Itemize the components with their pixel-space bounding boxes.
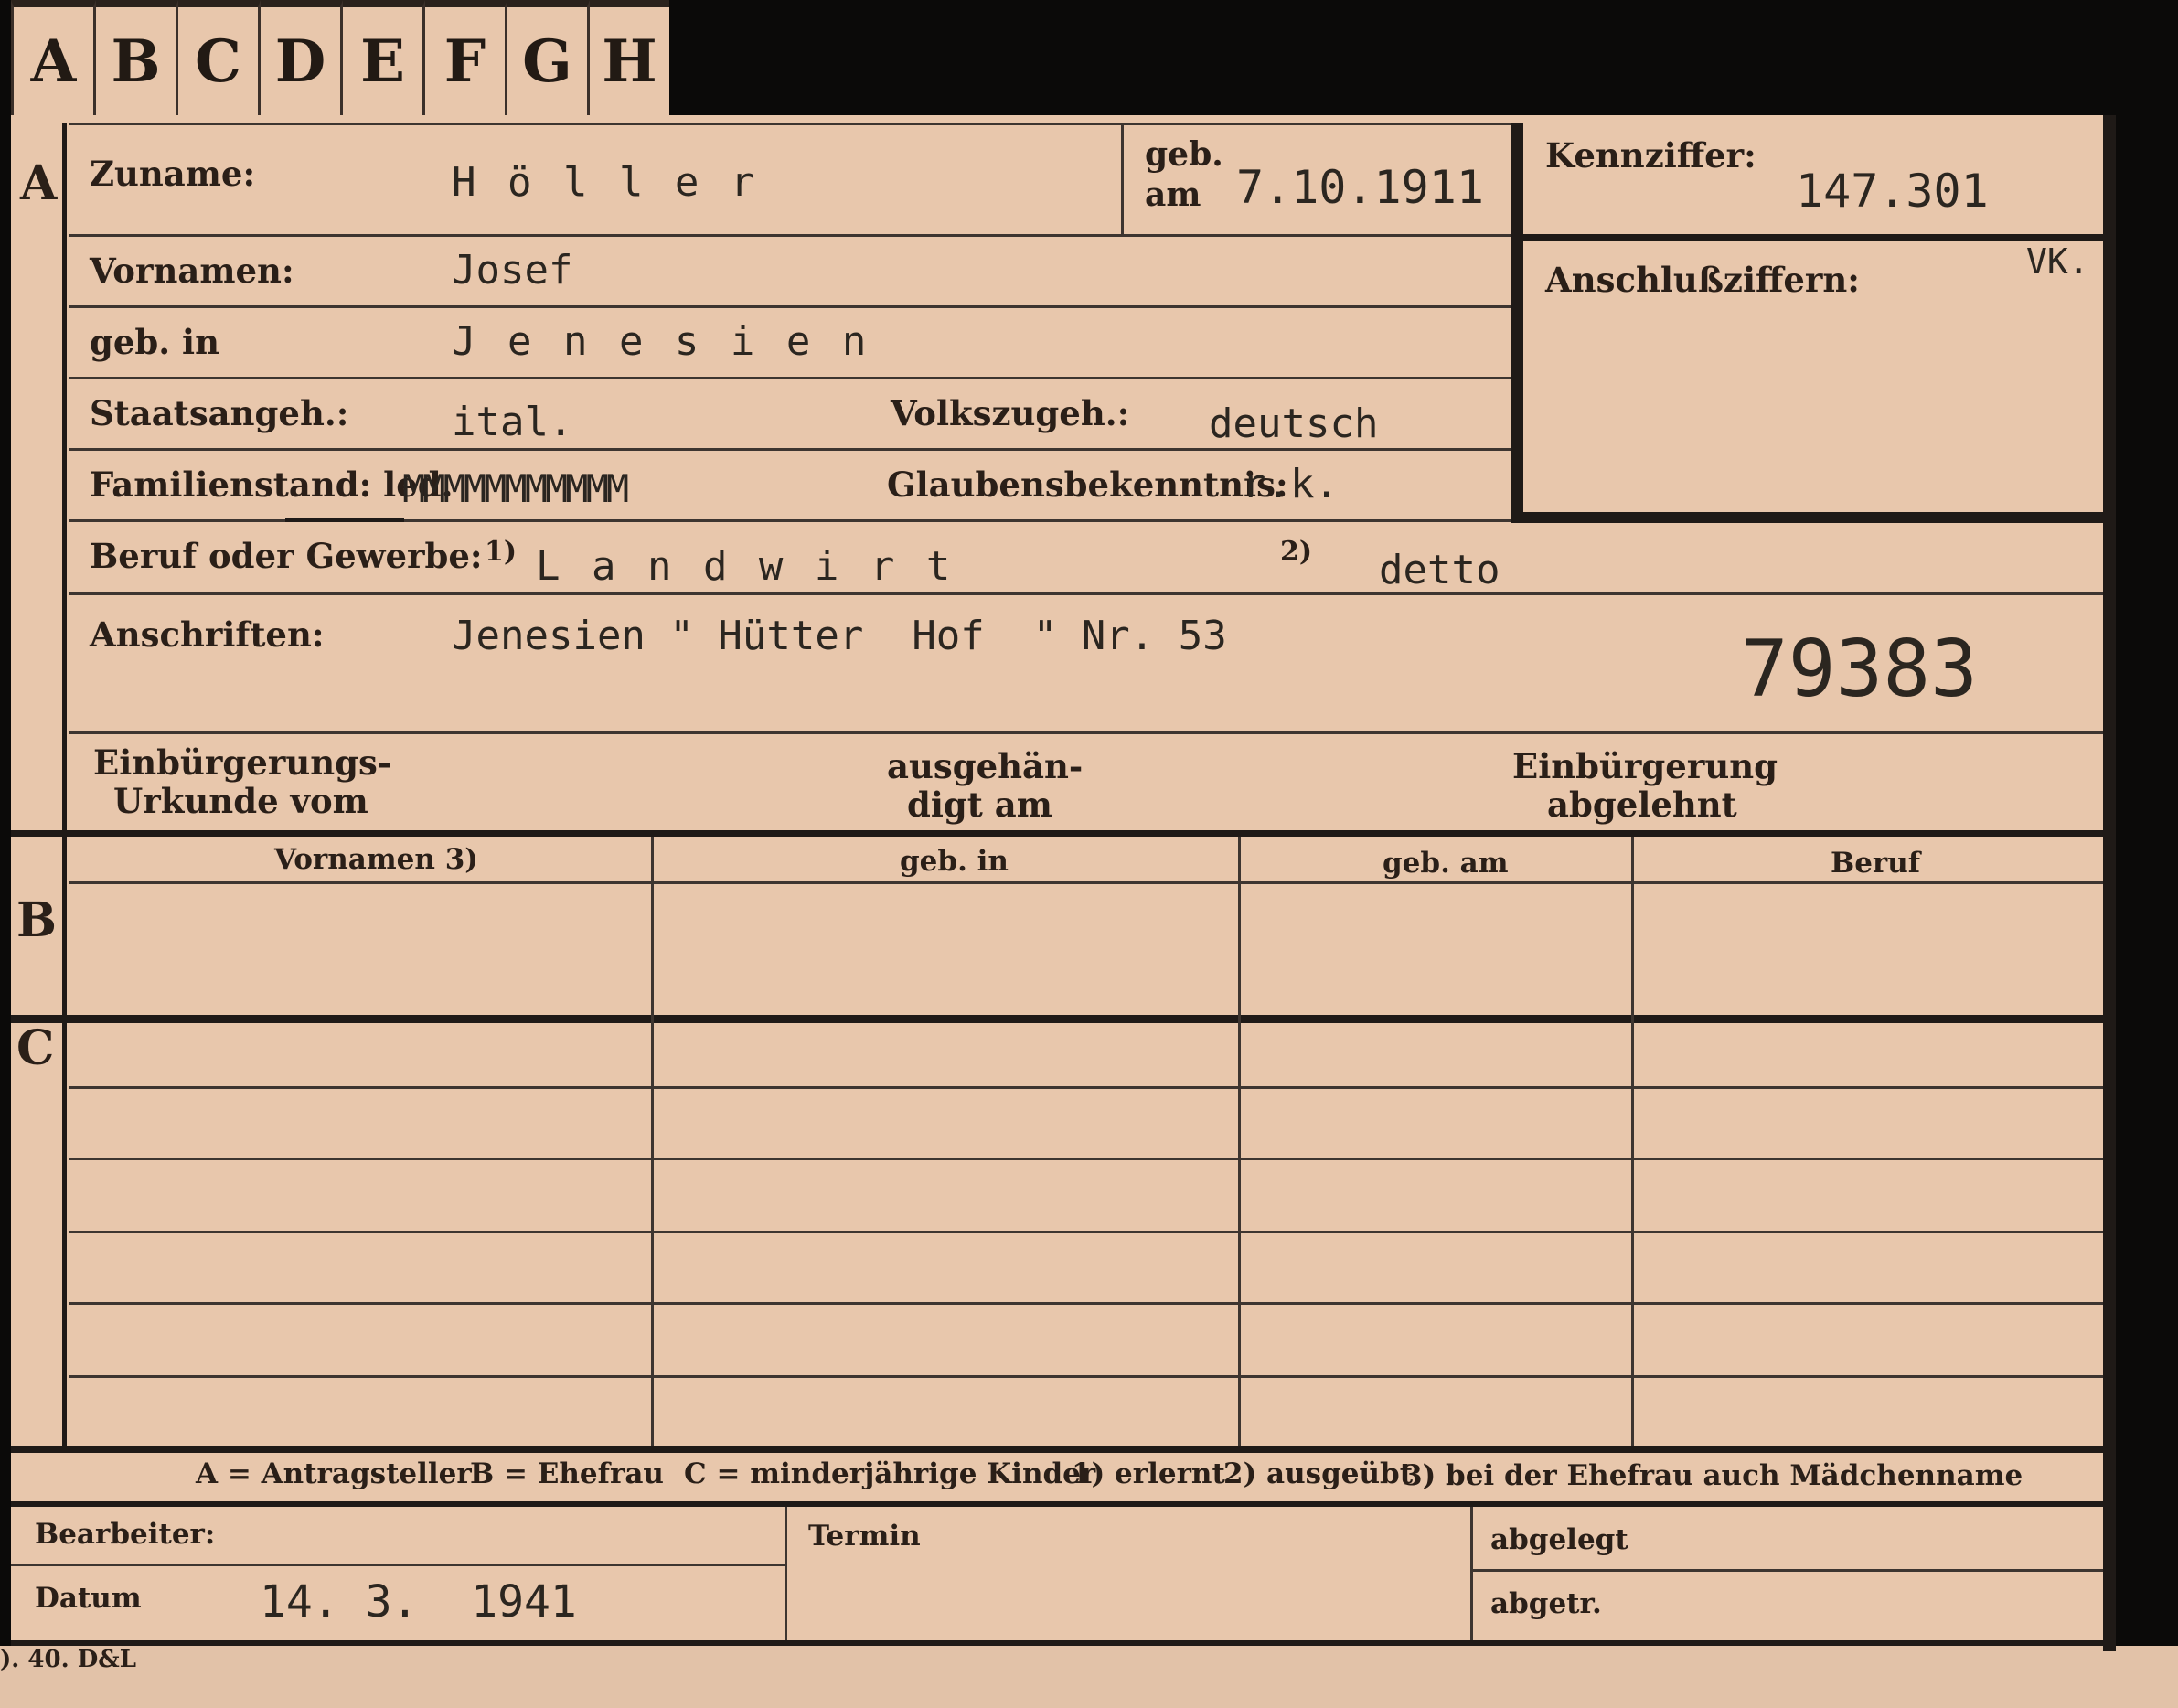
footer-top-rule: [11, 1501, 2103, 1507]
section-c-top-rule: [11, 1015, 2103, 1023]
staatsangehoerigkeit-value: ital.: [452, 399, 573, 445]
c-row-rule-1: [69, 1086, 2103, 1089]
legend-note-3: 3) bei der Ehefrau auch Mädchenname: [1403, 1459, 2023, 1492]
col-header-vornamen: Vornamen 3): [274, 843, 478, 876]
col-header-geb-am: geb. am: [1383, 847, 1509, 880]
col-divider-1: [651, 837, 654, 1447]
zuname-value: H ö l l e r: [452, 159, 759, 206]
glaubensbekenntnis-label: Glaubensbekenntnis:: [887, 464, 1288, 505]
beruf-erlernt-value: L a n d w i r t: [536, 543, 955, 590]
struck-out-text: MMMMMMMMMMM: [402, 466, 629, 511]
section-c-letter: C: [16, 1020, 55, 1076]
einbuergerungsurkunde-label-line2: Urkunde vom: [113, 781, 368, 821]
c-row-rule-5: [69, 1375, 2103, 1378]
bearbeiter-label: Bearbeiter:: [35, 1518, 216, 1551]
kennziffer-value: 147.301: [1796, 165, 1989, 218]
row-rule-6: [69, 592, 2103, 595]
card-bottom-margin: [0, 1646, 2178, 1708]
volkszugehoerigkeit-value: deutsch: [1209, 400, 1379, 447]
section-b-top-rule: [11, 830, 2103, 837]
legend-top-rule: [11, 1446, 2103, 1453]
bottom-card-border: [11, 1640, 2116, 1646]
kennziffer-box-divider: [1511, 234, 2103, 241]
c-row-rule-3: [69, 1231, 2103, 1233]
right-card-border: [2103, 115, 2116, 1651]
geburtsort-label: geb. in: [90, 322, 220, 362]
geb-label-top: geb.: [1145, 135, 1223, 174]
geb-am-value: 7.10.1911: [1236, 161, 1484, 214]
section-a-letter: A: [20, 155, 58, 211]
ausgehaendigt-label-line2: digt am: [907, 785, 1052, 825]
legend-ehefrau: B = Ehefrau: [470, 1457, 664, 1490]
legend-antragsteller: A = Antragsteller: [196, 1457, 472, 1490]
tab-f[interactable]: F: [425, 0, 507, 115]
footer-divider-2: [1470, 1507, 1473, 1640]
anschriften-value: Jenesien " Hütter Hof " Nr. 53: [452, 613, 1227, 659]
einbuergerung-abgelehnt-line2: abgelehnt: [1547, 785, 1737, 825]
abgetragen-label: abgetr.: [1490, 1587, 1602, 1620]
left-section-border: [62, 123, 67, 1450]
vornamen-label: Vornamen:: [90, 251, 294, 291]
underline-mark: [285, 518, 404, 522]
kennziffer-box-left: [1511, 123, 1523, 523]
legend-kinder: C = minderjährige Kinder: [684, 1457, 1096, 1490]
kennziffer-label: Kennziffer:: [1545, 135, 1756, 176]
datum-value: 14. 3. 1941: [260, 1576, 577, 1628]
tab-d[interactable]: D: [261, 0, 343, 115]
alphabet-tab-row: A B C D E F G H: [11, 0, 669, 115]
beruf-footnote-2: 2): [1280, 536, 1313, 568]
abgelegt-label: abgelegt: [1490, 1523, 1628, 1556]
beruf-label: Beruf oder Gewerbe:: [90, 536, 483, 576]
table-header-rule: [69, 881, 2103, 884]
footer-left-rule: [11, 1564, 785, 1566]
termin-label: Termin: [808, 1520, 921, 1553]
glaubensbekenntnis-value: r.k.: [1242, 461, 1339, 507]
tab-c[interactable]: C: [178, 0, 261, 115]
geb-label-bottom: am: [1145, 176, 1201, 214]
c-row-rule-2: [69, 1158, 2103, 1160]
tab-b[interactable]: B: [96, 0, 178, 115]
index-card-page: A B C D E F G H A B C Zuname: H ö l l e …: [0, 0, 2178, 1708]
tab-h[interactable]: H: [590, 0, 669, 115]
anschlussziffern-value: VK.: [2026, 241, 2089, 282]
ausgehaendigt-label-line1: ausgehän-: [887, 746, 1084, 786]
vornamen-value: Josef: [452, 247, 573, 294]
einbuergerungsurkunde-label-line1: Einbürgerungs-: [93, 742, 392, 783]
familienstand-label: Familienstand: led.: [90, 464, 454, 505]
top-rule: [69, 123, 1511, 125]
row-rule-2: [69, 305, 1511, 308]
beruf-ausgeuebt-value: detto: [1379, 547, 1500, 593]
c-row-rule-4: [69, 1302, 2103, 1305]
col-header-geb-in: geb. in: [900, 845, 1009, 878]
row-rule-1: [69, 234, 1511, 237]
beruf-footnote-1: 1): [485, 536, 518, 568]
row-rule-4: [69, 448, 1511, 451]
col-divider-3: [1631, 837, 1634, 1447]
footer-right-rule: [1472, 1569, 2103, 1572]
legend-note-1: 1) erlernt: [1072, 1457, 1225, 1490]
col-divider-2: [1238, 837, 1241, 1447]
col-header-beruf: Beruf: [1831, 847, 1921, 880]
einbuergerung-abgelehnt-line1: Einbürgerung: [1512, 746, 1778, 786]
tab-e[interactable]: E: [343, 0, 425, 115]
tab-a[interactable]: A: [11, 0, 96, 115]
datum-label: Datum: [35, 1582, 142, 1615]
volkszugehoerigkeit-label: Volkszugeh.:: [891, 393, 1130, 433]
anschlussziffern-label: Anschlußziffern:: [1545, 260, 1860, 300]
footer-divider-1: [785, 1507, 787, 1640]
stamped-number: 79383: [1741, 624, 1978, 715]
print-code: ). 40. D&L: [0, 1646, 136, 1673]
geburtsort-value: J e n e s i e n: [452, 318, 870, 365]
tab-g[interactable]: G: [507, 0, 590, 115]
section-b-letter: B: [16, 892, 57, 948]
row-rule-3: [69, 377, 1511, 379]
zuname-label: Zuname:: [90, 154, 256, 194]
kennziffer-box-bottom: [1511, 512, 2103, 523]
anschriften-label: Anschriften:: [90, 614, 325, 655]
legend-note-2: 2) ausgeübt: [1223, 1457, 1414, 1490]
staatsangehoerigkeit-label: Staatsangeh.:: [90, 393, 349, 433]
row-rule-7: [69, 731, 2103, 734]
geb-am-divider: [1121, 123, 1124, 234]
